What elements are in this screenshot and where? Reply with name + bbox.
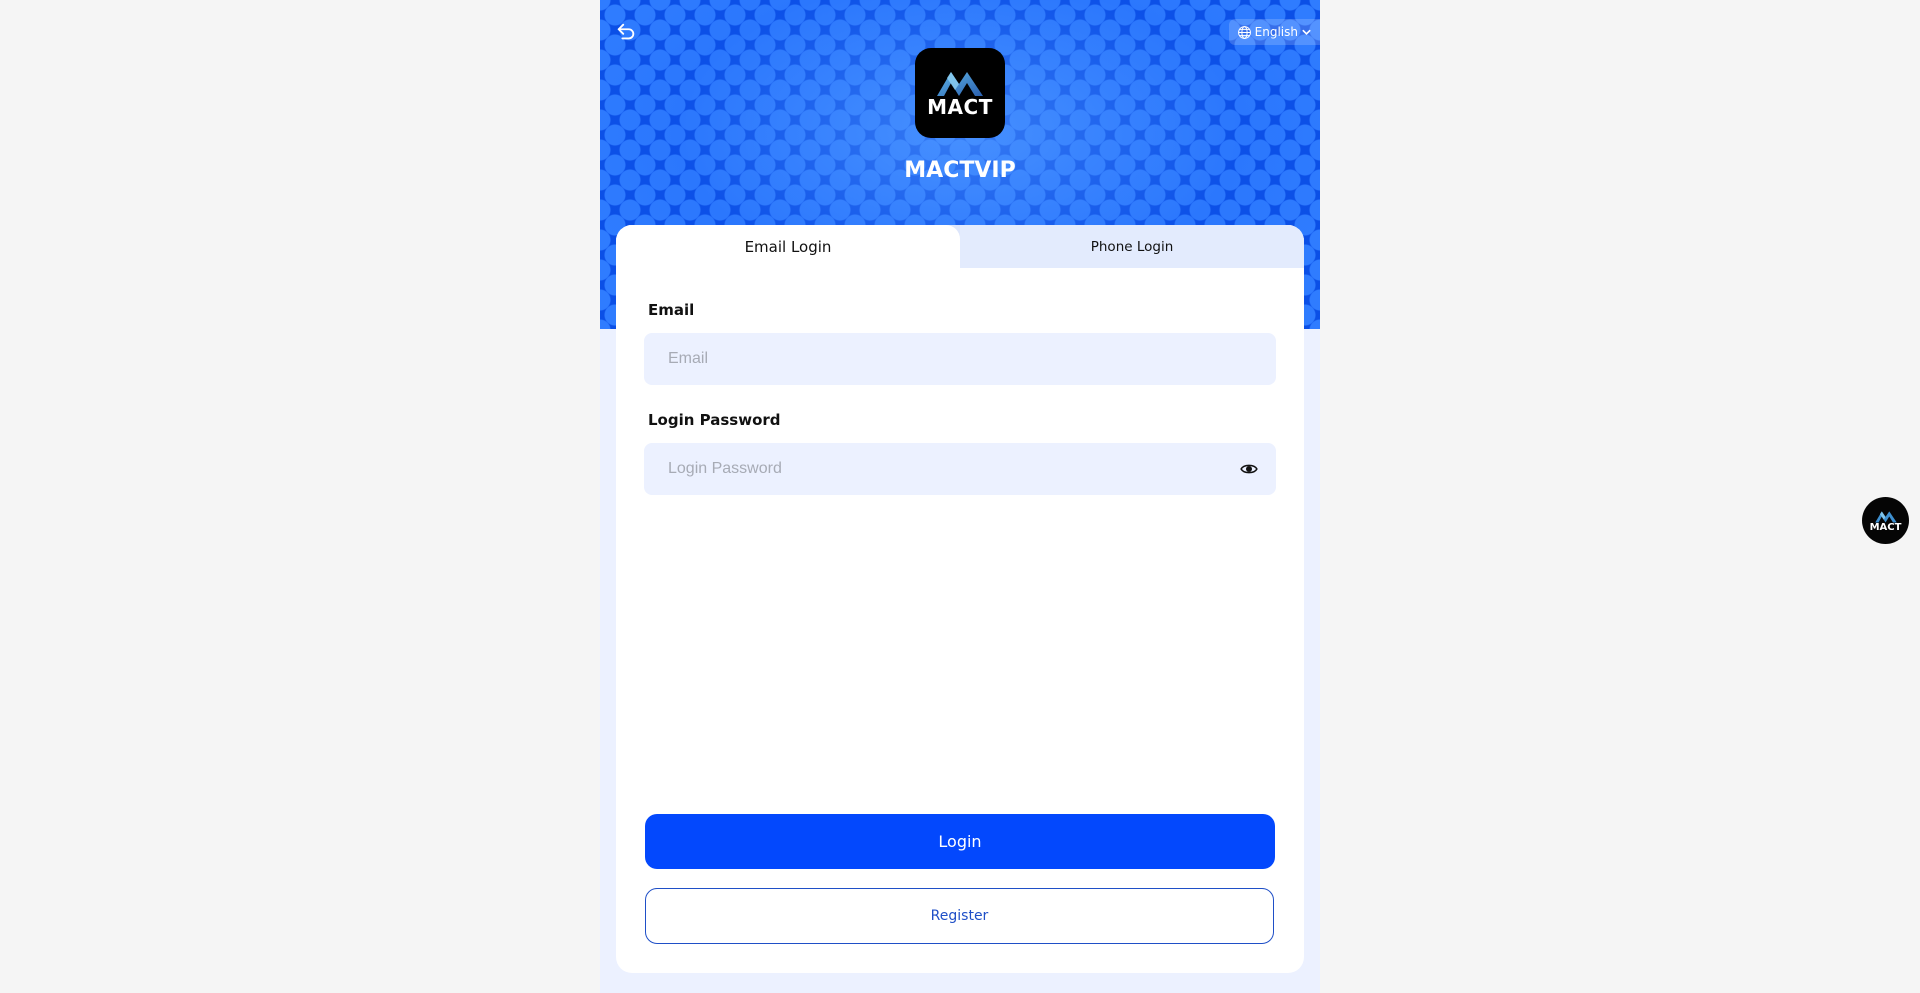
tab-phone-login[interactable]: Phone Login [960, 225, 1304, 268]
brand-name: MACTVIP [904, 158, 1016, 183]
floating-logo-text: MACT [1869, 521, 1902, 533]
chevron-down-icon [1302, 29, 1311, 35]
back-button[interactable] [612, 18, 640, 46]
login-tabs: Email Login Phone Login [616, 225, 1304, 268]
back-arrow-icon [617, 23, 635, 40]
password-field[interactable] [644, 443, 1276, 495]
app-logo: MACT [915, 48, 1005, 138]
mountain-logo-mark [1874, 510, 1897, 523]
logo-text: MACT [927, 95, 993, 119]
language-label: English [1254, 25, 1298, 39]
language-selector[interactable]: English [1228, 19, 1320, 45]
password-field-container [644, 443, 1276, 495]
eye-icon[interactable] [1240, 461, 1258, 477]
globe-icon [1237, 25, 1251, 39]
email-field-container [644, 333, 1276, 385]
floating-app-button[interactable]: MACT [1862, 497, 1909, 544]
tab-email-login[interactable]: Email Login [616, 225, 960, 268]
password-label: Login Password [648, 411, 781, 429]
login-card: Email Login Phone Login Email Login Pass… [616, 225, 1304, 973]
login-button[interactable]: Login [645, 814, 1275, 869]
register-button[interactable]: Register [645, 888, 1274, 944]
mountain-logo-mark [937, 72, 983, 96]
email-label: Email [648, 301, 695, 319]
email-field[interactable] [644, 333, 1276, 385]
login-screen: English MACT MACTVIP Email Login Phone L… [600, 0, 1320, 993]
